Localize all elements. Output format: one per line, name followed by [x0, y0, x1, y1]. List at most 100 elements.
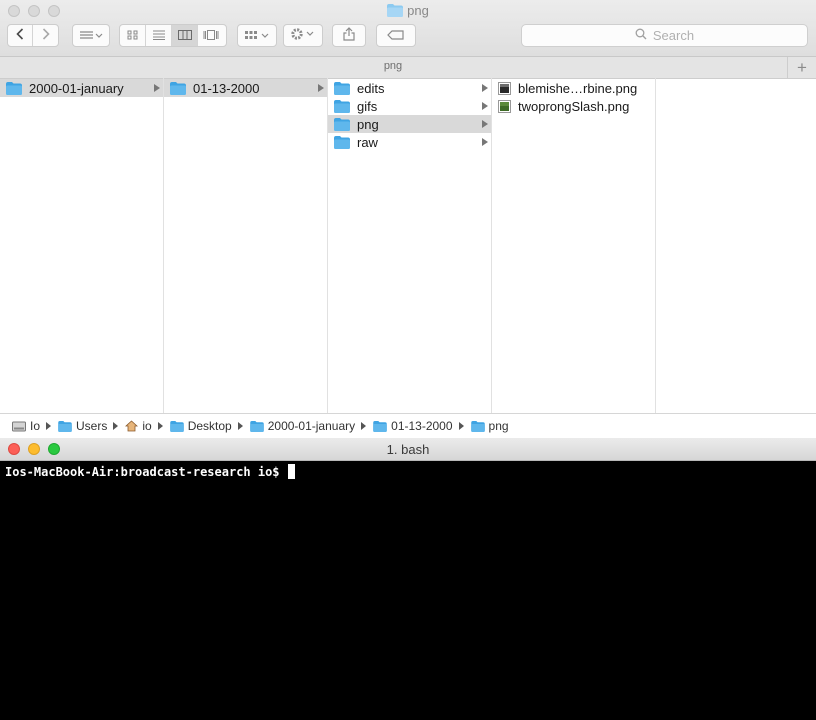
tag-icon	[387, 29, 405, 43]
path-separator-icon	[237, 422, 243, 430]
gear-icon	[290, 27, 316, 44]
folder-icon	[334, 135, 350, 149]
folder-icon	[249, 420, 264, 432]
group-button[interactable]	[237, 24, 277, 47]
path-item-label: Io	[30, 419, 41, 433]
disclosure-arrow-icon	[482, 84, 488, 92]
list-item-2000-01-january[interactable]: 2000-01-january	[0, 79, 163, 97]
path-item-label: 2000-01-january	[267, 419, 356, 433]
folder-icon	[6, 81, 22, 95]
browser-column-2: 01-13-2000	[164, 78, 328, 413]
list-item-label: edits	[357, 80, 385, 96]
list-item-blemishes-png[interactable]: blemishe…rbine.png	[492, 79, 655, 97]
list-icon	[152, 27, 166, 45]
chevron-right-icon	[42, 27, 50, 45]
group-grid-icon	[244, 29, 270, 43]
list-item-label: 01-13-2000	[193, 80, 260, 96]
browser-column-1: 2000-01-january	[0, 78, 164, 413]
grid-icon	[127, 27, 139, 45]
hard-drive-icon	[12, 420, 26, 432]
search-placeholder: Search	[652, 28, 695, 43]
text-cursor	[287, 464, 295, 479]
list-item-label: raw	[357, 134, 378, 150]
tags-button[interactable]	[376, 24, 416, 47]
disclosure-arrow-icon	[318, 84, 324, 92]
path-separator-icon	[113, 422, 119, 430]
path-item-label: Desktop	[187, 419, 232, 433]
folder-icon	[334, 81, 350, 95]
image-file-icon	[498, 81, 511, 95]
column-view-button[interactable]	[172, 25, 198, 46]
browser-column-5	[656, 78, 816, 413]
share-button[interactable]	[332, 24, 366, 47]
tab-bar: png +	[0, 57, 816, 79]
terminal-title: 1. bash	[386, 442, 430, 457]
list-item-twoprongslash-png[interactable]: twoprongSlash.png	[492, 97, 655, 115]
terminal-content[interactable]: Ios-MacBook-Air:broadcast-research io$	[5, 464, 816, 479]
list-item-edits[interactable]: edits	[328, 79, 491, 97]
action-button[interactable]	[283, 24, 323, 47]
path-item-io[interactable]: Io	[12, 419, 40, 433]
path-item-desktop[interactable]: Desktop	[169, 419, 232, 433]
list-item-label: 2000-01-january	[29, 80, 124, 96]
list-item-label: twoprongSlash.png	[518, 98, 630, 114]
path-separator-icon	[361, 422, 367, 430]
disclosure-arrow-icon	[482, 120, 488, 128]
path-item-label: png	[488, 419, 509, 433]
path-item-2000-01-january[interactable]: 2000-01-january	[249, 419, 356, 433]
disclosure-arrow-icon	[482, 102, 488, 110]
chevron-left-icon	[16, 27, 24, 45]
path-item-home[interactable]: io	[125, 419, 152, 433]
folder-icon	[373, 420, 387, 432]
window-title-text: png	[407, 3, 429, 18]
finder-window: png Search png + 2000-01-january 01-13-2…	[0, 0, 816, 438]
browser-column-3: edits gifs png raw	[328, 78, 492, 413]
path-item-01-13-2000[interactable]: 01-13-2000	[373, 419, 453, 433]
plus-icon: +	[797, 58, 807, 77]
gallery-view-button[interactable]	[198, 25, 224, 46]
path-separator-icon	[46, 422, 52, 430]
terminal-titlebar: 1. bash	[0, 438, 816, 461]
window-title: png	[0, 3, 816, 20]
icon-view-button[interactable]	[120, 25, 146, 46]
path-item-users[interactable]: Users	[58, 419, 107, 433]
forward-button[interactable]	[33, 25, 58, 46]
shell-prompt: Ios-MacBook-Air:broadcast-research io$	[5, 464, 287, 479]
back-forward-group	[7, 24, 59, 47]
list-item-label: gifs	[357, 98, 378, 114]
back-button[interactable]	[8, 25, 34, 46]
path-item-label: Users	[76, 419, 108, 433]
home-icon	[125, 420, 139, 432]
terminal-window: 1. bash Ios-MacBook-Air:broadcast-resear…	[0, 438, 816, 720]
disclosure-arrow-icon	[482, 138, 488, 146]
columns-icon	[177, 27, 192, 45]
disclosure-arrow-icon	[154, 84, 160, 92]
image-file-icon	[498, 99, 511, 113]
folder-icon	[169, 420, 184, 432]
arrange-icon	[79, 29, 103, 43]
browser-column-4: blemishe…rbine.png twoprongSlash.png	[492, 78, 656, 413]
arrange-button[interactable]	[72, 24, 110, 47]
share-icon	[343, 27, 355, 44]
tab-png[interactable]: png	[0, 60, 786, 72]
search-icon	[635, 28, 647, 43]
folder-icon	[334, 117, 350, 131]
path-item-png[interactable]: png	[470, 419, 509, 433]
folder-icon	[470, 420, 485, 432]
list-item-raw[interactable]: raw	[328, 133, 491, 151]
path-item-label: 01-13-2000	[391, 419, 453, 433]
list-item-gifs[interactable]: gifs	[328, 97, 491, 115]
folder-icon	[334, 99, 350, 113]
folder-icon	[387, 4, 404, 20]
view-mode-group	[119, 24, 227, 47]
list-item-png[interactable]: png	[328, 115, 491, 133]
list-item-01-13-2000[interactable]: 01-13-2000	[164, 79, 327, 97]
path-item-label: io	[142, 419, 152, 433]
search-field[interactable]: Search	[521, 24, 808, 47]
folder-icon	[170, 81, 186, 95]
list-view-button[interactable]	[146, 25, 172, 46]
list-item-label: blemishe…rbine.png	[518, 80, 638, 96]
finder-titlebar: png Search	[0, 0, 816, 57]
new-tab-button[interactable]: +	[787, 57, 816, 78]
path-separator-icon	[458, 422, 464, 430]
